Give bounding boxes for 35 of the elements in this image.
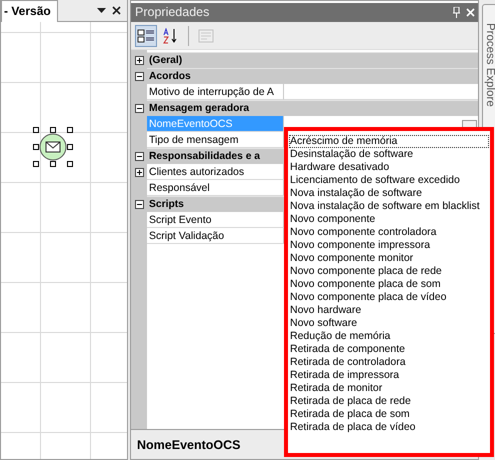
expander-icon[interactable] — [134, 152, 144, 160]
dropdown-option[interactable]: Acréscimo de memória — [289, 135, 489, 148]
dropdown-option[interactable]: Retirada de placa de rede — [289, 395, 489, 408]
dropdown-option[interactable]: Novo componente placa de rede — [289, 265, 489, 278]
dropdown-option[interactable]: Novo componente placa de som — [289, 278, 489, 291]
dropdown-option[interactable]: Retirada de componente — [289, 343, 489, 356]
pin-icon[interactable] — [453, 7, 460, 18]
expander-icon[interactable] — [134, 104, 144, 112]
categorized-view-button[interactable] — [135, 24, 157, 46]
dropdown-option[interactable]: Novo componente placa de vídeo — [289, 291, 489, 304]
close-icon[interactable] — [112, 6, 121, 15]
expander-icon[interactable] — [134, 56, 144, 64]
dropdown-option[interactable]: Redução de memória — [289, 330, 489, 343]
dropdown-arrow-icon[interactable] — [97, 8, 106, 13]
category-label[interactable]: (Geral) — [147, 52, 478, 68]
expander-icon[interactable] — [134, 168, 144, 176]
dropdown-option[interactable]: Retirada de impressora — [289, 369, 489, 382]
document-tab[interactable]: - Versão — [1, 0, 58, 22]
dropdown-option[interactable]: Retirada de controladora — [289, 356, 489, 369]
category-label[interactable]: Acordos — [147, 68, 478, 84]
dropdown-option[interactable]: Hardware desativado — [289, 161, 489, 174]
dropdown-option[interactable]: Novo hardware — [289, 304, 489, 317]
expander-icon[interactable] — [134, 200, 144, 208]
dropdown-option[interactable]: Retirada de monitor — [289, 382, 489, 395]
dropdown-option[interactable]: Novo componente — [289, 213, 489, 226]
dropdown-option[interactable]: Novo componente controladora — [289, 226, 489, 239]
dropdown-option[interactable]: Licenciamento de software excedido — [289, 174, 489, 187]
dropdown-option[interactable]: Novo componente impressora — [289, 239, 489, 252]
category-label[interactable]: Mensagem geradora — [147, 100, 478, 116]
dropdown-option[interactable]: Novo componente monitor — [289, 252, 489, 265]
dropdown-option[interactable]: Retirada de placa de som — [289, 408, 489, 421]
envelope-node[interactable] — [33, 127, 73, 167]
dropdown-option[interactable]: Novo software — [289, 317, 489, 330]
panel-title: Propriedades — [135, 4, 210, 22]
expander-icon[interactable] — [134, 72, 144, 80]
